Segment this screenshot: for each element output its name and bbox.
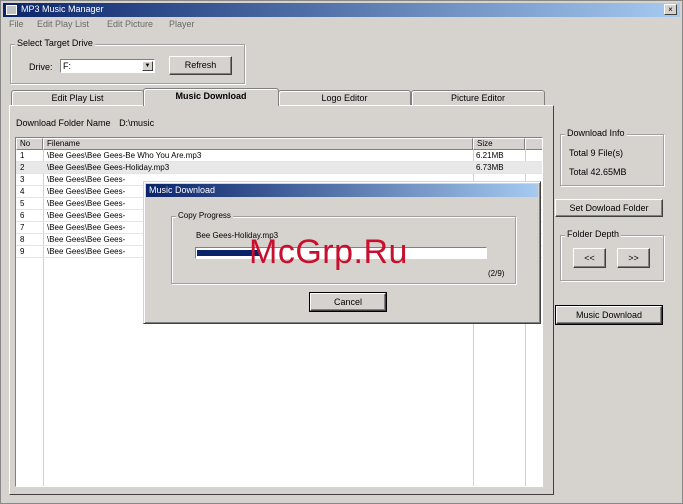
row-number: 6 (20, 211, 25, 220)
tab-edit-play-list[interactable]: Edit Play List (11, 90, 144, 105)
download-info-group (560, 134, 664, 186)
table-row[interactable]: 1 \Bee Gees\Bee Gees-Be Who You Are.mp3 6.… (16, 150, 542, 162)
folder-depth-label: Folder Depth (565, 229, 622, 239)
menu-edit-play-list[interactable]: Edit Play List (37, 19, 89, 29)
row-number: 8 (20, 235, 25, 244)
drive-select[interactable]: F: ▼ (60, 59, 155, 73)
row-filename: \Bee Gees\Bee Gees-Be Who You Are.mp3 (47, 151, 202, 160)
menu-bar: File Edit Play List Edit Picture Player (3, 18, 680, 32)
dialog-title[interactable]: Music Download (146, 184, 538, 197)
total-size: Total 42.65MB (569, 167, 627, 177)
app-window: MP3 Music Manager × File Edit Play List … (0, 0, 683, 504)
music-download-button[interactable]: Music Download (555, 305, 663, 325)
cancel-button[interactable]: Cancel (309, 292, 387, 312)
row-filename: \Bee Gees\Bee Gees-Holiday.mp3 (47, 163, 170, 172)
watermark-text: McGrp.Ru (249, 233, 408, 271)
column-header-blank (525, 138, 542, 150)
tab-logo-editor[interactable]: Logo Editor (278, 90, 411, 105)
row-number: 9 (20, 247, 25, 256)
menu-file[interactable]: File (9, 19, 24, 29)
drive-label: Drive: (29, 62, 53, 72)
chevron-down-icon[interactable]: ▼ (142, 61, 153, 71)
row-number: 5 (20, 199, 25, 208)
tab-music-download[interactable]: Music Download (143, 88, 279, 106)
download-folder-row: Download Folder Name D:\music (16, 118, 154, 128)
window-title: MP3 Music Manager (21, 4, 104, 14)
row-number: 1 (20, 151, 25, 160)
total-files: Total 9 File(s) (569, 148, 624, 158)
refresh-button[interactable]: Refresh (169, 56, 232, 75)
table-row[interactable]: 2 \Bee Gees\Bee Gees-Holiday.mp3 6.73MB (16, 162, 542, 174)
row-number: 7 (20, 223, 25, 232)
tab-picture-editor[interactable]: Picture Editor (411, 90, 545, 105)
column-header-filename[interactable]: Filename (43, 138, 473, 150)
depth-prev-button[interactable]: << (573, 248, 606, 268)
title-bar[interactable]: MP3 Music Manager × (3, 3, 680, 17)
app-icon (6, 5, 17, 15)
row-size: 6.21MB (476, 151, 504, 160)
download-folder-label: Download Folder Name (16, 118, 111, 128)
column-header-size[interactable]: Size (473, 138, 525, 150)
close-button[interactable]: × (664, 4, 677, 15)
download-info-label: Download Info (565, 128, 627, 138)
progress-counter: (2/9) (488, 269, 505, 278)
drive-select-value: F: (63, 61, 71, 71)
menu-player[interactable]: Player (169, 19, 195, 29)
depth-next-button[interactable]: >> (617, 248, 650, 268)
row-number: 3 (20, 175, 25, 184)
target-drive-group-label: Select Target Drive (15, 38, 95, 48)
row-number: 4 (20, 187, 25, 196)
row-number: 2 (20, 163, 25, 172)
copy-progress-label: Copy Progress (176, 211, 233, 220)
row-size: 6.73MB (476, 163, 504, 172)
download-folder-value: D:\music (119, 118, 155, 128)
menu-edit-picture[interactable]: Edit Picture (107, 19, 153, 29)
set-download-folder-button[interactable]: Set Dowload Folder (555, 199, 663, 217)
column-header-no[interactable]: No (16, 138, 43, 150)
